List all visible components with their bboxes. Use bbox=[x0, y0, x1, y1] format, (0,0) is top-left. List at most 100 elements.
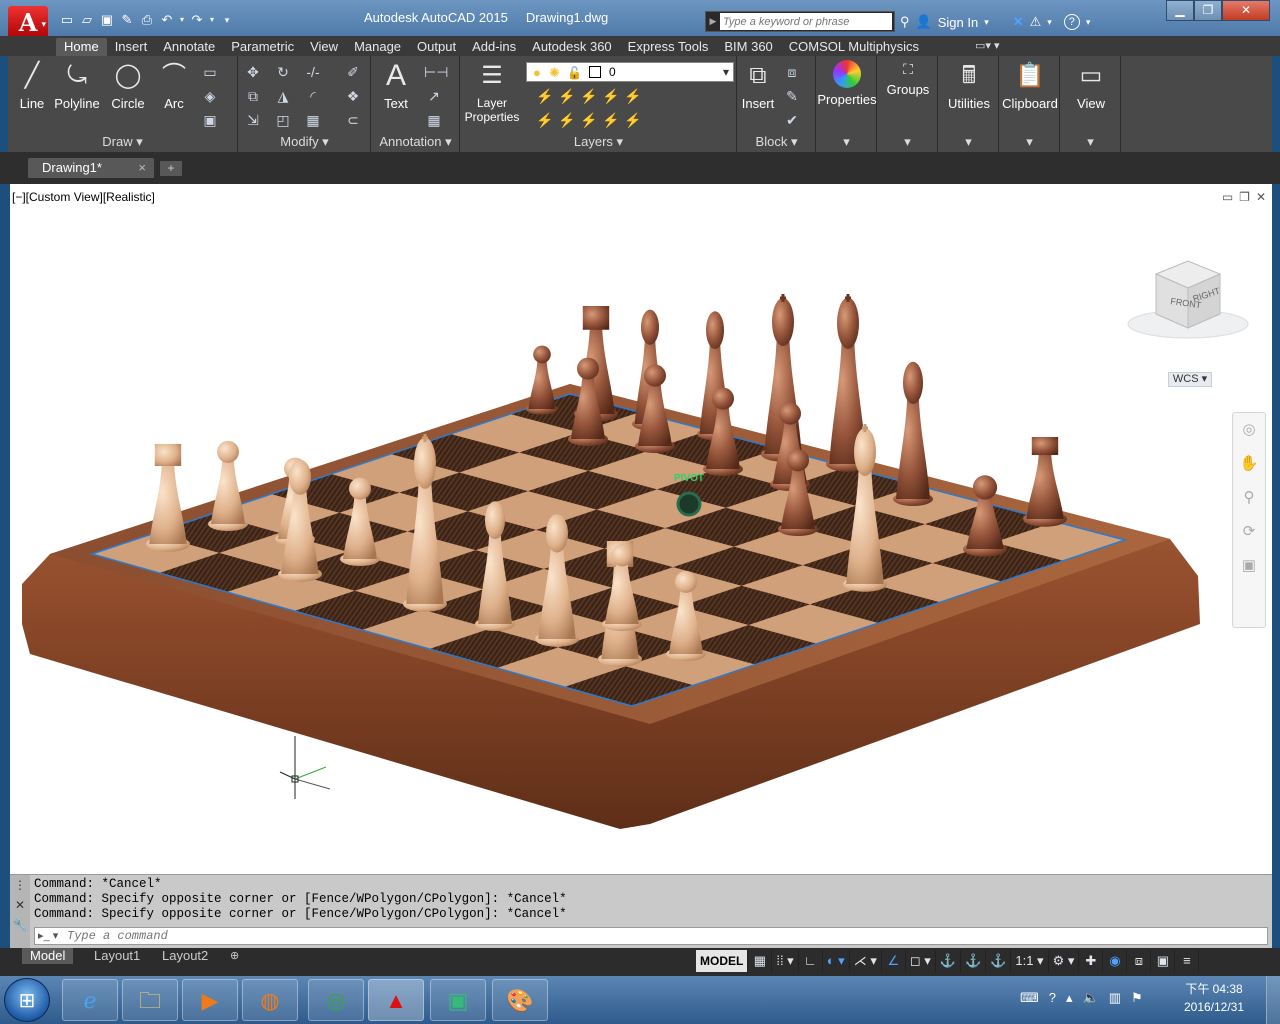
explode-icon[interactable]: ❖ bbox=[343, 86, 363, 106]
layer-tool-icon[interactable]: ⚡ bbox=[579, 110, 599, 130]
rectangle-icon[interactable]: ▭ bbox=[200, 62, 220, 82]
model-space-button[interactable]: MODEL bbox=[696, 950, 749, 972]
qat-customize-icon[interactable]: ▾ bbox=[218, 11, 236, 29]
tray-overflow-icon[interactable]: ▴ bbox=[1066, 990, 1073, 1006]
annotation-scale-icon[interactable]: ⚓ bbox=[986, 950, 1012, 972]
clean-screen-icon[interactable]: ▣ bbox=[1151, 950, 1176, 972]
user-icon[interactable]: 👤 bbox=[916, 14, 932, 30]
stretch-icon[interactable]: ⇲ bbox=[243, 110, 263, 130]
tab-annotate[interactable]: Annotate bbox=[155, 38, 223, 56]
offset-icon[interactable]: ⊂ bbox=[343, 110, 363, 130]
zoom-icon[interactable]: ⚲ bbox=[1233, 481, 1265, 515]
wcs-menu[interactable]: WCS ▾ bbox=[1168, 372, 1212, 387]
help-tray-icon[interactable]: ? bbox=[1049, 990, 1056, 1006]
layer-tool-icon[interactable]: ⚡ bbox=[623, 110, 643, 130]
network-icon[interactable]: ▥ bbox=[1109, 990, 1121, 1006]
autoscale-icon[interactable]: ⚓ bbox=[961, 950, 987, 972]
tab-home[interactable]: Home bbox=[56, 38, 107, 56]
undo-dropdown-icon[interactable]: ▾ bbox=[178, 11, 186, 29]
view-expand-icon[interactable]: ▾ bbox=[1061, 134, 1120, 150]
viewport-minimize-icon[interactable]: ▭ bbox=[1222, 190, 1233, 204]
tab-parametric[interactable]: Parametric bbox=[223, 38, 302, 56]
tab-model[interactable]: Model bbox=[22, 948, 74, 964]
showmotion-icon[interactable]: ▣ bbox=[1233, 549, 1265, 583]
block-panel-title[interactable]: Block ▾ bbox=[738, 134, 815, 150]
file-explorer-icon[interactable]: 🗀 bbox=[122, 979, 178, 1021]
grid-icon[interactable]: ▦ bbox=[748, 950, 773, 972]
isodraft-icon[interactable]: ⋌ ▾ bbox=[850, 950, 882, 972]
dimension-icon[interactable]: ⊢⊣ bbox=[424, 62, 448, 82]
layer-tool-icon[interactable]: ⚡ bbox=[623, 86, 643, 106]
scale-icon[interactable]: ◰ bbox=[273, 110, 293, 130]
viewport-close-icon[interactable]: ✕ bbox=[1256, 190, 1266, 204]
customization-menu-icon[interactable]: ≡ bbox=[1175, 950, 1200, 972]
ortho-icon[interactable]: ∟ bbox=[799, 950, 823, 972]
tab-bim-360[interactable]: BIM 360 bbox=[716, 38, 780, 56]
isolate-objects-icon[interactable]: ◉ bbox=[1103, 950, 1128, 972]
layer-tool-icon[interactable]: ⚡ bbox=[557, 86, 577, 106]
groups-button[interactable]: ⛶ Groups bbox=[878, 60, 938, 97]
grip-icon[interactable]: ⋮ bbox=[10, 875, 30, 895]
move-icon[interactable]: ✥ bbox=[243, 62, 263, 82]
new-icon[interactable]: ▭ bbox=[58, 11, 76, 29]
tab-layout1[interactable]: Layout1 bbox=[86, 948, 148, 964]
restore-button[interactable]: ❐ bbox=[1194, 0, 1222, 21]
hardware-acceleration-icon[interactable]: ⧈ bbox=[1127, 950, 1152, 972]
help-button[interactable]: ? bbox=[1063, 14, 1080, 30]
text-button[interactable]: A Text bbox=[378, 60, 414, 112]
search-expand-icon[interactable]: ▶ bbox=[706, 12, 720, 31]
trim-icon[interactable]: -/- bbox=[303, 62, 323, 82]
binoculars-icon[interactable]: ⚲ bbox=[900, 14, 910, 30]
tab-add-ins[interactable]: Add-ins bbox=[464, 38, 524, 56]
polyline-button[interactable]: ⤿ Polyline bbox=[52, 60, 102, 111]
chrome-icon[interactable]: ◎ bbox=[308, 979, 364, 1021]
media-player-icon[interactable]: ▶ bbox=[182, 979, 238, 1021]
pan-icon[interactable]: ✋ bbox=[1233, 447, 1265, 481]
object-snap-tracking-icon[interactable]: ∠ bbox=[882, 950, 906, 972]
sign-in-dropdown-icon[interactable]: ▾ bbox=[984, 17, 989, 28]
workspace-gear-icon[interactable]: ⚙ ▾ bbox=[1049, 950, 1080, 972]
tab-manage[interactable]: Manage bbox=[346, 38, 409, 56]
chess-board-3d-model[interactable]: PIVOT bbox=[10, 184, 1272, 874]
volume-icon[interactable]: 🔈 bbox=[1083, 990, 1099, 1006]
line-button[interactable]: ╱ Line bbox=[12, 60, 52, 111]
tab-autodesk-360[interactable]: Autodesk 360 bbox=[524, 38, 620, 56]
polar-tracking-icon[interactable]: ◐ ▾ bbox=[823, 950, 850, 972]
viewcube[interactable]: FRONT RIGHT bbox=[1126, 256, 1256, 366]
save-as-icon[interactable]: ✎ bbox=[118, 11, 136, 29]
clock[interactable]: 下午 04:38 2016/12/31 bbox=[1176, 980, 1252, 1016]
viewport-restore-icon[interactable]: ❐ bbox=[1239, 190, 1250, 204]
object-snap-icon[interactable]: ◻ ▾ bbox=[906, 950, 936, 972]
copy-icon[interactable]: ⧉ bbox=[243, 86, 263, 106]
create-block-icon[interactable]: ⧈ bbox=[782, 62, 802, 82]
tab-view[interactable]: View bbox=[302, 38, 346, 56]
layers-panel-title[interactable]: Layers ▾ bbox=[461, 134, 736, 150]
annotation-scale-value[interactable]: 1:1 ▾ bbox=[1011, 950, 1049, 972]
layer-tool-icon[interactable]: ⚡ bbox=[579, 86, 599, 106]
properties-button[interactable]: Properties bbox=[817, 60, 877, 107]
annotation-monitor-icon[interactable]: ✚ bbox=[1079, 950, 1104, 972]
file-tab-drawing1[interactable]: Drawing1* × bbox=[28, 158, 154, 178]
hatch-icon[interactable]: ◈ bbox=[200, 86, 220, 106]
help-search-input[interactable] bbox=[720, 13, 892, 30]
plot-icon[interactable]: ⎙ bbox=[138, 11, 156, 29]
command-prompt-icon[interactable]: ▸_ ▾ bbox=[38, 929, 58, 942]
viewport-controls-label[interactable]: [−][Custom View][Realistic] bbox=[12, 190, 155, 204]
new-tab-button[interactable]: + bbox=[160, 161, 182, 176]
start-button[interactable]: ⊞ bbox=[4, 978, 50, 1022]
layer-tool-icon[interactable]: ⚡ bbox=[535, 110, 555, 130]
edit-attributes-icon[interactable]: ✔ bbox=[782, 110, 802, 130]
close-button[interactable]: ✕ bbox=[1222, 0, 1270, 21]
utilities-button[interactable]: 🖩 Utilities bbox=[939, 60, 999, 111]
layer-tool-icon[interactable]: ⚡ bbox=[535, 86, 555, 106]
firefox-icon[interactable]: ◍ bbox=[242, 979, 298, 1021]
tab-output[interactable]: Output bbox=[409, 38, 464, 56]
paint-icon[interactable]: 🎨 bbox=[492, 979, 548, 1021]
sign-in-link[interactable]: Sign In bbox=[938, 15, 978, 30]
save-icon[interactable]: ▣ bbox=[98, 11, 116, 29]
boundary-icon[interactable]: ▣ bbox=[200, 110, 220, 130]
exchange-apps-icon[interactable]: ✕ bbox=[1013, 14, 1024, 30]
rotate-icon[interactable]: ↻ bbox=[273, 62, 293, 82]
minimize-button[interactable]: ▁ bbox=[1166, 0, 1194, 21]
orbit-icon[interactable]: ⟳ bbox=[1233, 515, 1265, 549]
